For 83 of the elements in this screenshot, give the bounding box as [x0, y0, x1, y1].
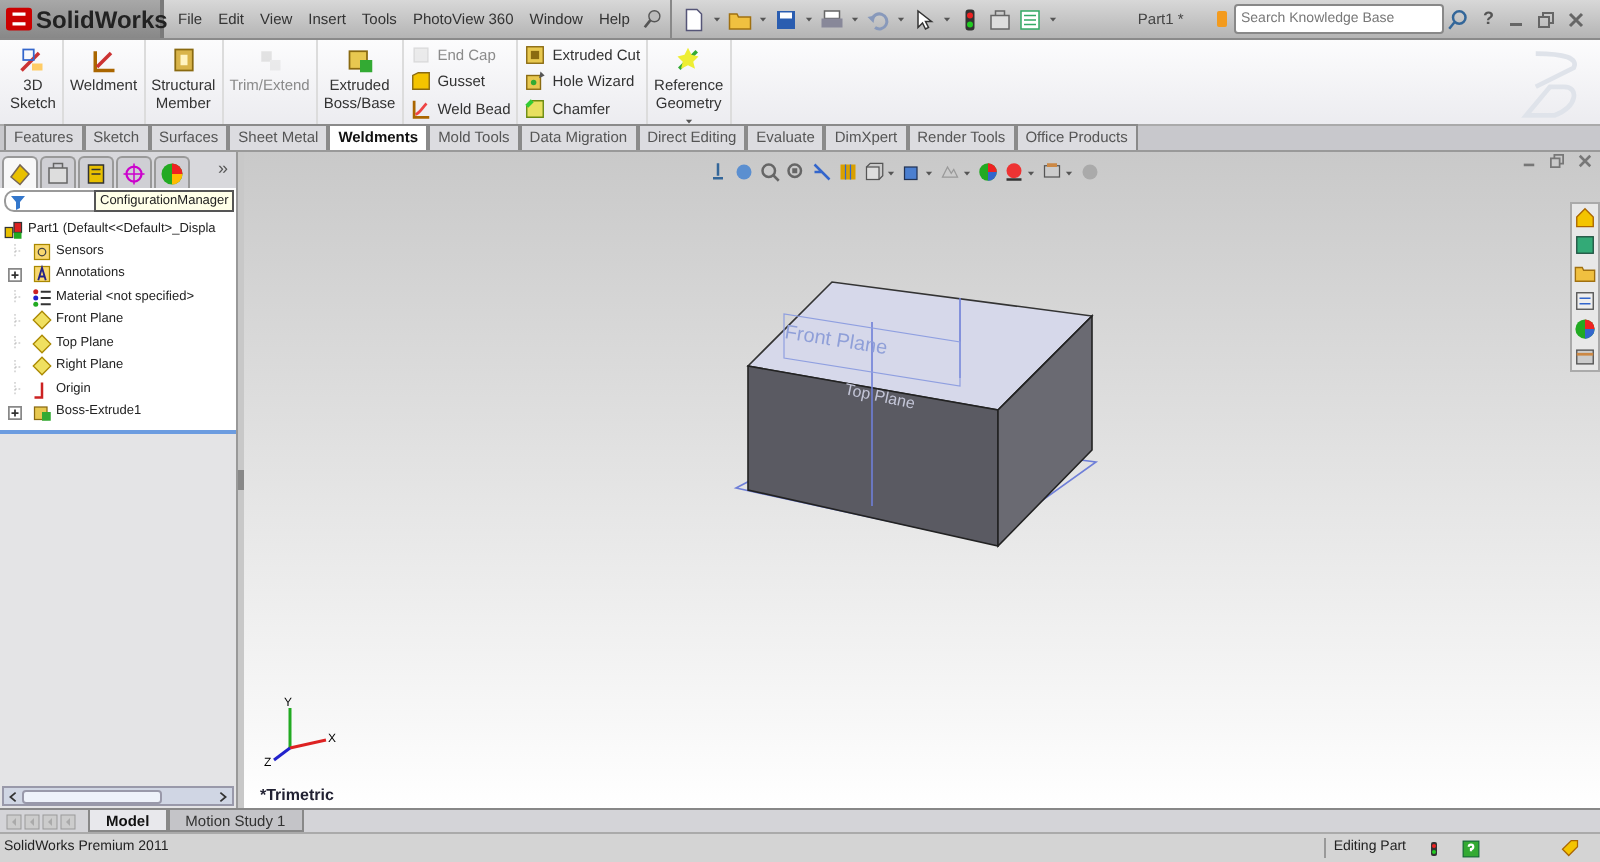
- weld-bead-icon: [409, 97, 432, 120]
- chamfer-icon: [524, 97, 547, 120]
- scrollbar-thumb[interactable]: [22, 789, 162, 803]
- filter-icon: [10, 193, 26, 209]
- drill-icon: [524, 70, 547, 93]
- dropdown-caret-icon[interactable]: [711, 14, 722, 24]
- plane-icon: [32, 356, 52, 377]
- render-icon[interactable]: [1004, 162, 1024, 182]
- dropdown-caret-icon[interactable]: [757, 14, 768, 24]
- close-icon[interactable]: [1578, 154, 1592, 168]
- view-orientation-icon[interactable]: [708, 162, 728, 182]
- dropdown-caret-icon[interactable]: [886, 167, 896, 177]
- close-icon[interactable]: [1568, 11, 1584, 27]
- open-folder-icon[interactable]: [727, 7, 752, 31]
- box-icon[interactable]: [902, 162, 922, 182]
- cube-icon[interactable]: [864, 162, 884, 182]
- gusset-icon: [409, 70, 432, 93]
- appearance-icon[interactable]: [1574, 318, 1596, 340]
- extrude-icon: [345, 46, 374, 74]
- beam-icon: [169, 46, 198, 74]
- cut-icon: [524, 44, 547, 67]
- book-icon: [1213, 8, 1229, 30]
- app-logo-text: SolidWorks: [36, 3, 168, 37]
- dropdown-caret-icon[interactable]: [849, 14, 860, 24]
- plane-icon: [32, 310, 52, 331]
- part-icon: [4, 219, 24, 239]
- letter-a-icon: [32, 264, 52, 285]
- configuration-icon: [84, 161, 108, 185]
- sketch-icon: [18, 46, 47, 74]
- crosshair-icon: [122, 161, 146, 185]
- zoom-area-icon[interactable]: [786, 162, 806, 182]
- color-wheel-icon: [160, 161, 184, 185]
- horizontal-scrollbar[interactable]: [2, 786, 234, 806]
- dropdown-caret-icon[interactable]: [1047, 14, 1058, 24]
- dropdown-caret-icon[interactable]: [1064, 167, 1074, 177]
- plane-label: Top Plane: [843, 380, 917, 413]
- dropdown-caret-icon[interactable]: [895, 14, 906, 24]
- print-icon[interactable]: [819, 7, 844, 31]
- axis-triad-drawing: [273, 708, 327, 762]
- restore-icon[interactable]: [1538, 11, 1554, 27]
- panel-tab[interactable]: [78, 156, 114, 188]
- help-icon[interactable]: [1462, 839, 1480, 857]
- help-button[interactable]: ?: [1483, 5, 1494, 33]
- panel-tab[interactable]: [2, 156, 38, 188]
- dropdown-caret-icon[interactable]: [924, 167, 934, 177]
- select-cursor-icon[interactable]: [911, 7, 936, 31]
- restore-icon[interactable]: [1550, 154, 1564, 168]
- zoom-icon[interactable]: [760, 162, 780, 182]
- extrude-icon: [32, 402, 52, 423]
- tag-icon[interactable]: [1560, 838, 1580, 858]
- new-document-icon[interactable]: [681, 7, 706, 31]
- plane-label: Front Plane: [783, 322, 889, 361]
- dropdown-caret-icon[interactable]: [941, 14, 952, 24]
- section-icon[interactable]: [812, 162, 832, 182]
- dropdown-caret-icon[interactable]: [962, 167, 972, 177]
- pin-icon[interactable]: [641, 8, 664, 30]
- star-icon: [674, 46, 703, 74]
- corner-icon: [89, 46, 118, 74]
- dropdown-caret-icon[interactable]: [1026, 167, 1036, 177]
- scroll-left-icon[interactable]: [6, 789, 20, 803]
- search-icon[interactable]: [1447, 9, 1467, 29]
- expand-chevron[interactable]: »: [217, 156, 228, 184]
- sensor-icon: [32, 241, 52, 262]
- logo-icon: [6, 6, 32, 32]
- trim-icon: [255, 46, 284, 74]
- view-name: *Trimetric: [260, 784, 334, 808]
- library-icon[interactable]: [1574, 234, 1596, 256]
- appearance-icon[interactable]: [978, 162, 998, 182]
- expand-icon[interactable]: [8, 405, 22, 420]
- material-icon: [32, 287, 52, 308]
- scroll-right-icon[interactable]: [216, 789, 230, 803]
- home-icon[interactable]: [1574, 206, 1596, 228]
- dropdown-caret-icon[interactable]: [803, 14, 814, 24]
- block-icon: [409, 44, 432, 67]
- view-palette-icon[interactable]: [1574, 290, 1596, 312]
- properties-icon[interactable]: [1574, 346, 1596, 368]
- plane-icon: [32, 333, 52, 354]
- traffic-light-icon[interactable]: [1426, 839, 1442, 857]
- splitter-handle[interactable]: [238, 470, 244, 490]
- list-icon[interactable]: [1017, 7, 1042, 31]
- folder-icon[interactable]: [1574, 262, 1596, 284]
- save-icon[interactable]: [773, 7, 798, 31]
- expand-icon[interactable]: [8, 267, 22, 282]
